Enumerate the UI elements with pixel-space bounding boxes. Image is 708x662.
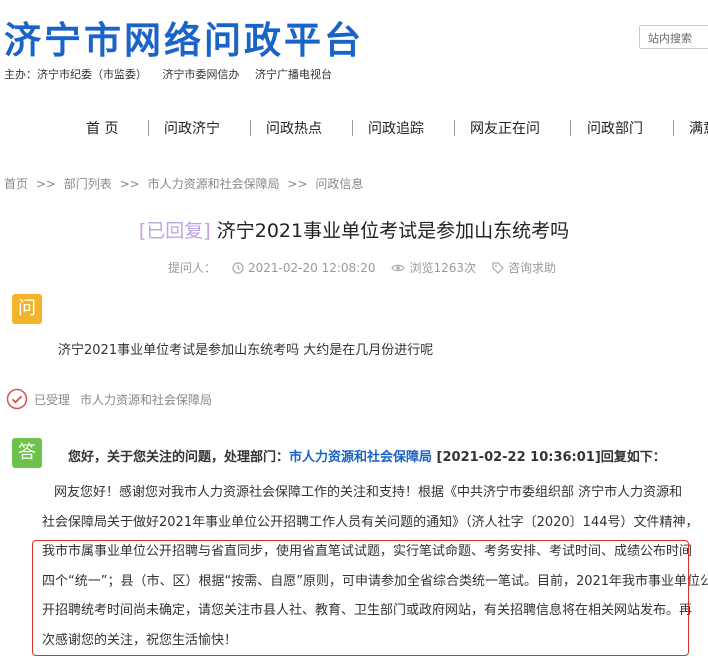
breadcrumb-dept-list[interactable]: 部门列表 bbox=[64, 177, 112, 191]
reply-dept-link[interactable]: 市人力资源和社会保障局 bbox=[289, 450, 432, 465]
question-type: 咨询求助 bbox=[492, 259, 556, 276]
question-title-text: 济宁2021事业单位考试是参加山东统考吗 bbox=[216, 220, 570, 242]
breadcrumb-dept[interactable]: 市人力资源和社会保障局 bbox=[148, 177, 280, 191]
eye-icon bbox=[391, 264, 406, 271]
question-badge: 问 bbox=[12, 294, 42, 324]
asker: 提问人： bbox=[168, 259, 216, 276]
main-nav: 首 页 问政济宁 问政热点 问政追踪 网友正在问 问政部门 满意 bbox=[0, 108, 708, 148]
nav-divider bbox=[148, 120, 149, 136]
nav-satisfaction[interactable]: 满意 bbox=[689, 118, 708, 138]
question-title: [已回复] 济宁2021事业单位考试是参加山东统考吗 bbox=[0, 216, 708, 243]
nav-tracking[interactable]: 问政追踪 bbox=[368, 118, 424, 138]
question-meta: 提问人： 2021-02-20 12:08:20 浏览1263次 咨询求助 bbox=[168, 259, 572, 276]
nav-asking-now[interactable]: 网友正在问 bbox=[470, 118, 540, 138]
nav-divider bbox=[673, 120, 674, 136]
question-content: 济宁2021事业单位考试是参加山东统考吗 大约是在几月份进行呢 bbox=[58, 343, 434, 358]
question-type-text: 咨询求助 bbox=[508, 261, 557, 275]
nav-departments[interactable]: 问政部门 bbox=[587, 118, 643, 138]
view-count: 浏览1263次 bbox=[391, 259, 476, 276]
nav-divider bbox=[570, 120, 571, 136]
status-row: 已受理 市人力资源和社会保障局 bbox=[6, 388, 212, 410]
nav-hot-topics[interactable]: 问政热点 bbox=[266, 118, 322, 138]
breadcrumb-sep: >> bbox=[35, 177, 56, 191]
nav-divider bbox=[352, 120, 353, 136]
sponsors: 主办：济宁市纪委（市监委） 济宁市委网信办 济宁广播电视台 bbox=[4, 66, 344, 82]
breadcrumb-sep: >> bbox=[287, 177, 308, 191]
status-label: 已受理 bbox=[34, 392, 71, 407]
site-title: 济宁市网络问政平台 bbox=[4, 18, 364, 62]
clock-icon bbox=[232, 261, 244, 274]
reply-suffix: [2021-02-22 10:36:01]回复如下： bbox=[432, 450, 666, 465]
reply-header: 您好，关于您关注的问题，处理部门：市人力资源和社会保障局 [2021-02-22… bbox=[68, 446, 666, 465]
breadcrumb-current: 问政信息 bbox=[315, 177, 364, 191]
nav-divider bbox=[250, 120, 251, 136]
search-input[interactable]: 站内搜索 bbox=[639, 25, 708, 49]
asker-label: 提问人： bbox=[168, 261, 217, 275]
sponsor-2: 济宁市委网信办 bbox=[162, 68, 240, 81]
answer-badge: 答 bbox=[12, 438, 42, 468]
sponsor-1: 主办：济宁市纪委（市监委） bbox=[4, 68, 147, 81]
tag-icon bbox=[492, 261, 504, 274]
breadcrumb: 首页 >> 部门列表 >> 市人力资源和社会保障局 >> 问政信息 bbox=[4, 175, 367, 192]
breadcrumb-sep: >> bbox=[119, 177, 140, 191]
post-time: 2021-02-20 12:08:20 bbox=[232, 259, 375, 276]
post-datetime: 2021-02-20 12:08:20 bbox=[248, 260, 376, 275]
status-department: 市人力资源和社会保障局 bbox=[80, 392, 213, 407]
nav-wenzheng-jining[interactable]: 问政济宁 bbox=[164, 118, 220, 138]
sponsor-3: 济宁广播电视台 bbox=[255, 68, 332, 81]
status-tag: [已回复] bbox=[138, 220, 211, 242]
breadcrumb-home[interactable]: 首页 bbox=[4, 177, 28, 191]
check-circle-icon bbox=[6, 388, 28, 410]
nav-divider bbox=[454, 120, 455, 136]
views-text: 浏览1263次 bbox=[409, 261, 477, 275]
reply-line: 社会保障局关于做好2021年事业单位公开招聘工作人员有关问题的通知》（济人社字〔… bbox=[42, 514, 699, 530]
reply-line: 网友您好！感谢您对我市人力资源社会保障工作的关注和支持！根据《中共济宁市委组织部… bbox=[28, 485, 683, 500]
nav-home[interactable]: 首 页 bbox=[86, 118, 118, 138]
highlight-box bbox=[32, 540, 689, 656]
reply-prefix: 您好，关于您关注的问题，处理部门： bbox=[68, 450, 290, 465]
